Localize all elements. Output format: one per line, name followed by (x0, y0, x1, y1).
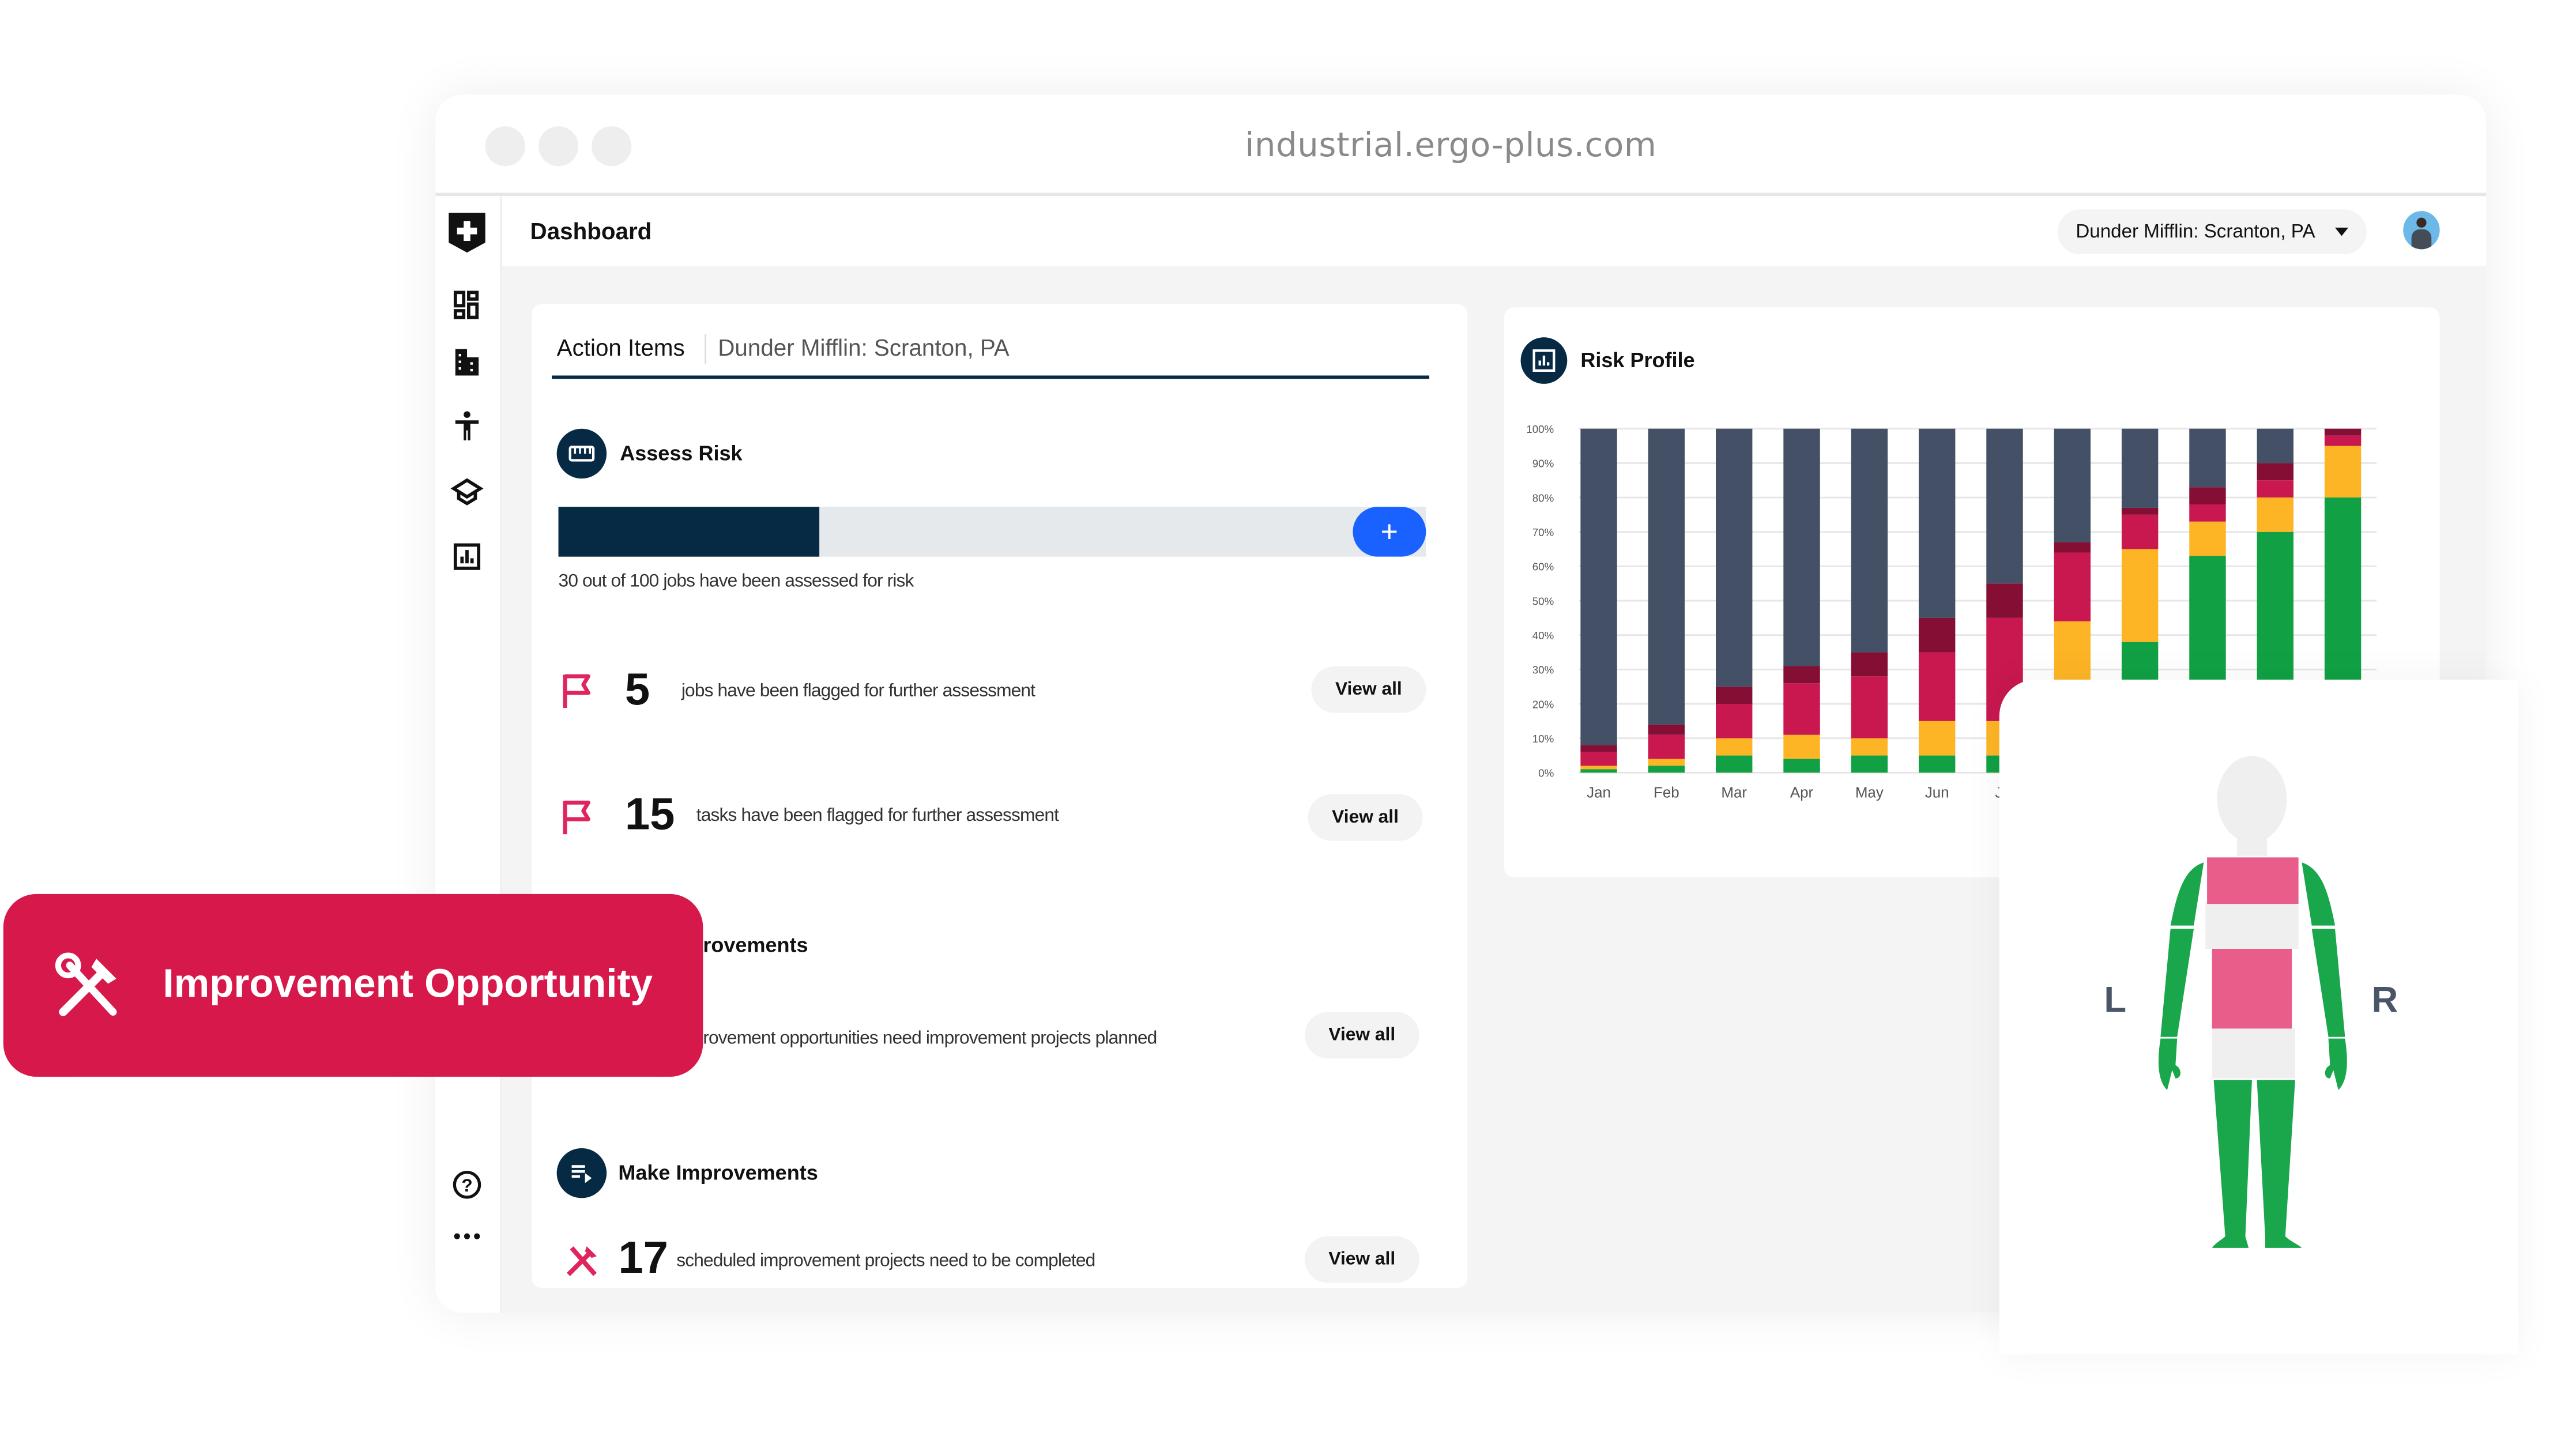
bar-segment-oct-1[interactable] (2189, 521, 2226, 556)
bar-segment-may-1[interactable] (1851, 738, 1888, 756)
bar-segment-jun-1[interactable] (1918, 721, 1956, 756)
bar-segment-mar-0[interactable] (1715, 755, 1753, 773)
y-tick-label: 20% (1532, 698, 1554, 710)
right-upper-arm (2302, 862, 2336, 926)
bar-segment-feb-1[interactable] (1648, 759, 1685, 766)
bar-segment-oct-3[interactable] (2189, 487, 2226, 504)
bar-segment-aug-3[interactable] (2054, 542, 2091, 553)
y-tick-label: 80% (1532, 492, 1554, 504)
bar-segment-sep-1[interactable] (2121, 549, 2159, 642)
bar-segment-nov-1[interactable] (2257, 497, 2293, 532)
bar-segment-may-2[interactable] (1851, 676, 1888, 738)
right-foot (2265, 1236, 2302, 1248)
x-tick-label: Apr (1790, 785, 1814, 801)
body-figure (2158, 756, 2347, 1248)
y-tick-label: 70% (1532, 526, 1554, 538)
y-tick-label: 10% (1532, 733, 1554, 745)
bar-segment-jan-4[interactable] (1580, 428, 1617, 745)
bar-segment-jul-4[interactable] (1986, 428, 2023, 584)
x-tick-label: Jun (1925, 785, 1949, 801)
right-hand (2325, 1038, 2347, 1090)
right-forearm (2311, 929, 2345, 1037)
x-tick-label: May (1855, 785, 1884, 801)
bar-segment-sep-4[interactable] (2121, 428, 2159, 508)
tools-icon (55, 952, 117, 1016)
neck (2236, 832, 2267, 856)
bar-segment-dec-3[interactable] (2324, 428, 2362, 436)
hips (2212, 1028, 2295, 1079)
y-tick-label: 60% (1532, 561, 1554, 573)
bar-segment-aug-2[interactable] (2054, 552, 2091, 621)
bar-segment-feb-4[interactable] (1648, 428, 1685, 725)
left-foot (2212, 1236, 2249, 1248)
bar-segment-dec-2[interactable] (2324, 435, 2362, 446)
upper-back (2207, 857, 2299, 904)
bar-segment-dec-1[interactable] (2324, 446, 2362, 498)
bar-segment-jan-0[interactable] (1580, 769, 1617, 773)
y-tick-label: 0% (1538, 767, 1554, 779)
x-tick-label: Mar (1721, 785, 1747, 801)
left-upper-arm (2170, 862, 2204, 926)
bar-segment-oct-2[interactable] (2189, 504, 2226, 522)
bar-segment-apr-2[interactable] (1783, 683, 1820, 735)
lower-back (2212, 948, 2292, 1029)
bar-segment-aug-4[interactable] (2054, 428, 2091, 542)
y-tick-label: 50% (1532, 595, 1554, 607)
left-leg (2213, 1080, 2252, 1238)
bar-segment-jun-0[interactable] (1918, 755, 1956, 773)
bar-segment-jan-1[interactable] (1580, 766, 1617, 770)
bar-segment-feb-0[interactable] (1648, 766, 1685, 773)
callout-label: Improvement Opportunity (163, 962, 653, 1007)
bar-segment-aug-1[interactable] (2054, 621, 2091, 687)
x-tick-label: Feb (1654, 785, 1679, 801)
bar-segment-jun-4[interactable] (1918, 428, 1956, 618)
y-tick-label: 40% (1532, 629, 1554, 642)
x-tick-label: Jan (1587, 785, 1611, 801)
head (2217, 756, 2287, 843)
bar-segment-jan-2[interactable] (1580, 752, 1617, 766)
bar-segment-mar-4[interactable] (1715, 428, 1753, 687)
y-tick-label: 30% (1532, 664, 1554, 676)
bar-segment-mar-1[interactable] (1715, 738, 1753, 756)
bar-segment-sep-3[interactable] (2121, 507, 2159, 515)
bar-segment-may-4[interactable] (1851, 428, 1888, 653)
left-forearm (2160, 929, 2194, 1037)
bar-segment-apr-1[interactable] (1783, 734, 1820, 759)
waist (2205, 902, 2299, 949)
bar-segment-nov-2[interactable] (2257, 480, 2293, 498)
bar-segment-jun-3[interactable] (1918, 617, 1956, 653)
bar-segment-apr-0[interactable] (1783, 759, 1820, 773)
bar-segment-mar-3[interactable] (1715, 687, 1753, 704)
bar-segment-sep-2[interactable] (2121, 514, 2159, 549)
bar-segment-may-0[interactable] (1851, 755, 1888, 773)
bar-segment-jan-3[interactable] (1580, 745, 1617, 752)
bar-segment-jul-3[interactable] (1986, 583, 2023, 618)
right-leg (2257, 1080, 2295, 1238)
bar-segment-may-3[interactable] (1851, 652, 1888, 677)
left-hand (2158, 1038, 2180, 1090)
bar-segment-apr-3[interactable] (1783, 666, 1820, 684)
improvement-opportunity-callout: Improvement Opportunity (3, 893, 703, 1077)
bar-segment-feb-3[interactable] (1648, 724, 1685, 735)
bar-segment-jun-2[interactable] (1918, 652, 1956, 721)
bar-segment-oct-4[interactable] (2189, 428, 2226, 488)
bar-segment-feb-2[interactable] (1648, 734, 1685, 759)
bar-segment-nov-3[interactable] (2257, 463, 2293, 481)
body-map-panel: L R (1999, 679, 2518, 1355)
bar-segment-apr-4[interactable] (1783, 428, 1820, 666)
bar-segment-nov-4[interactable] (2257, 428, 2293, 463)
bar-segment-mar-2[interactable] (1715, 704, 1753, 738)
y-tick-label: 100% (1526, 423, 1554, 435)
y-tick-label: 90% (1532, 458, 1554, 470)
